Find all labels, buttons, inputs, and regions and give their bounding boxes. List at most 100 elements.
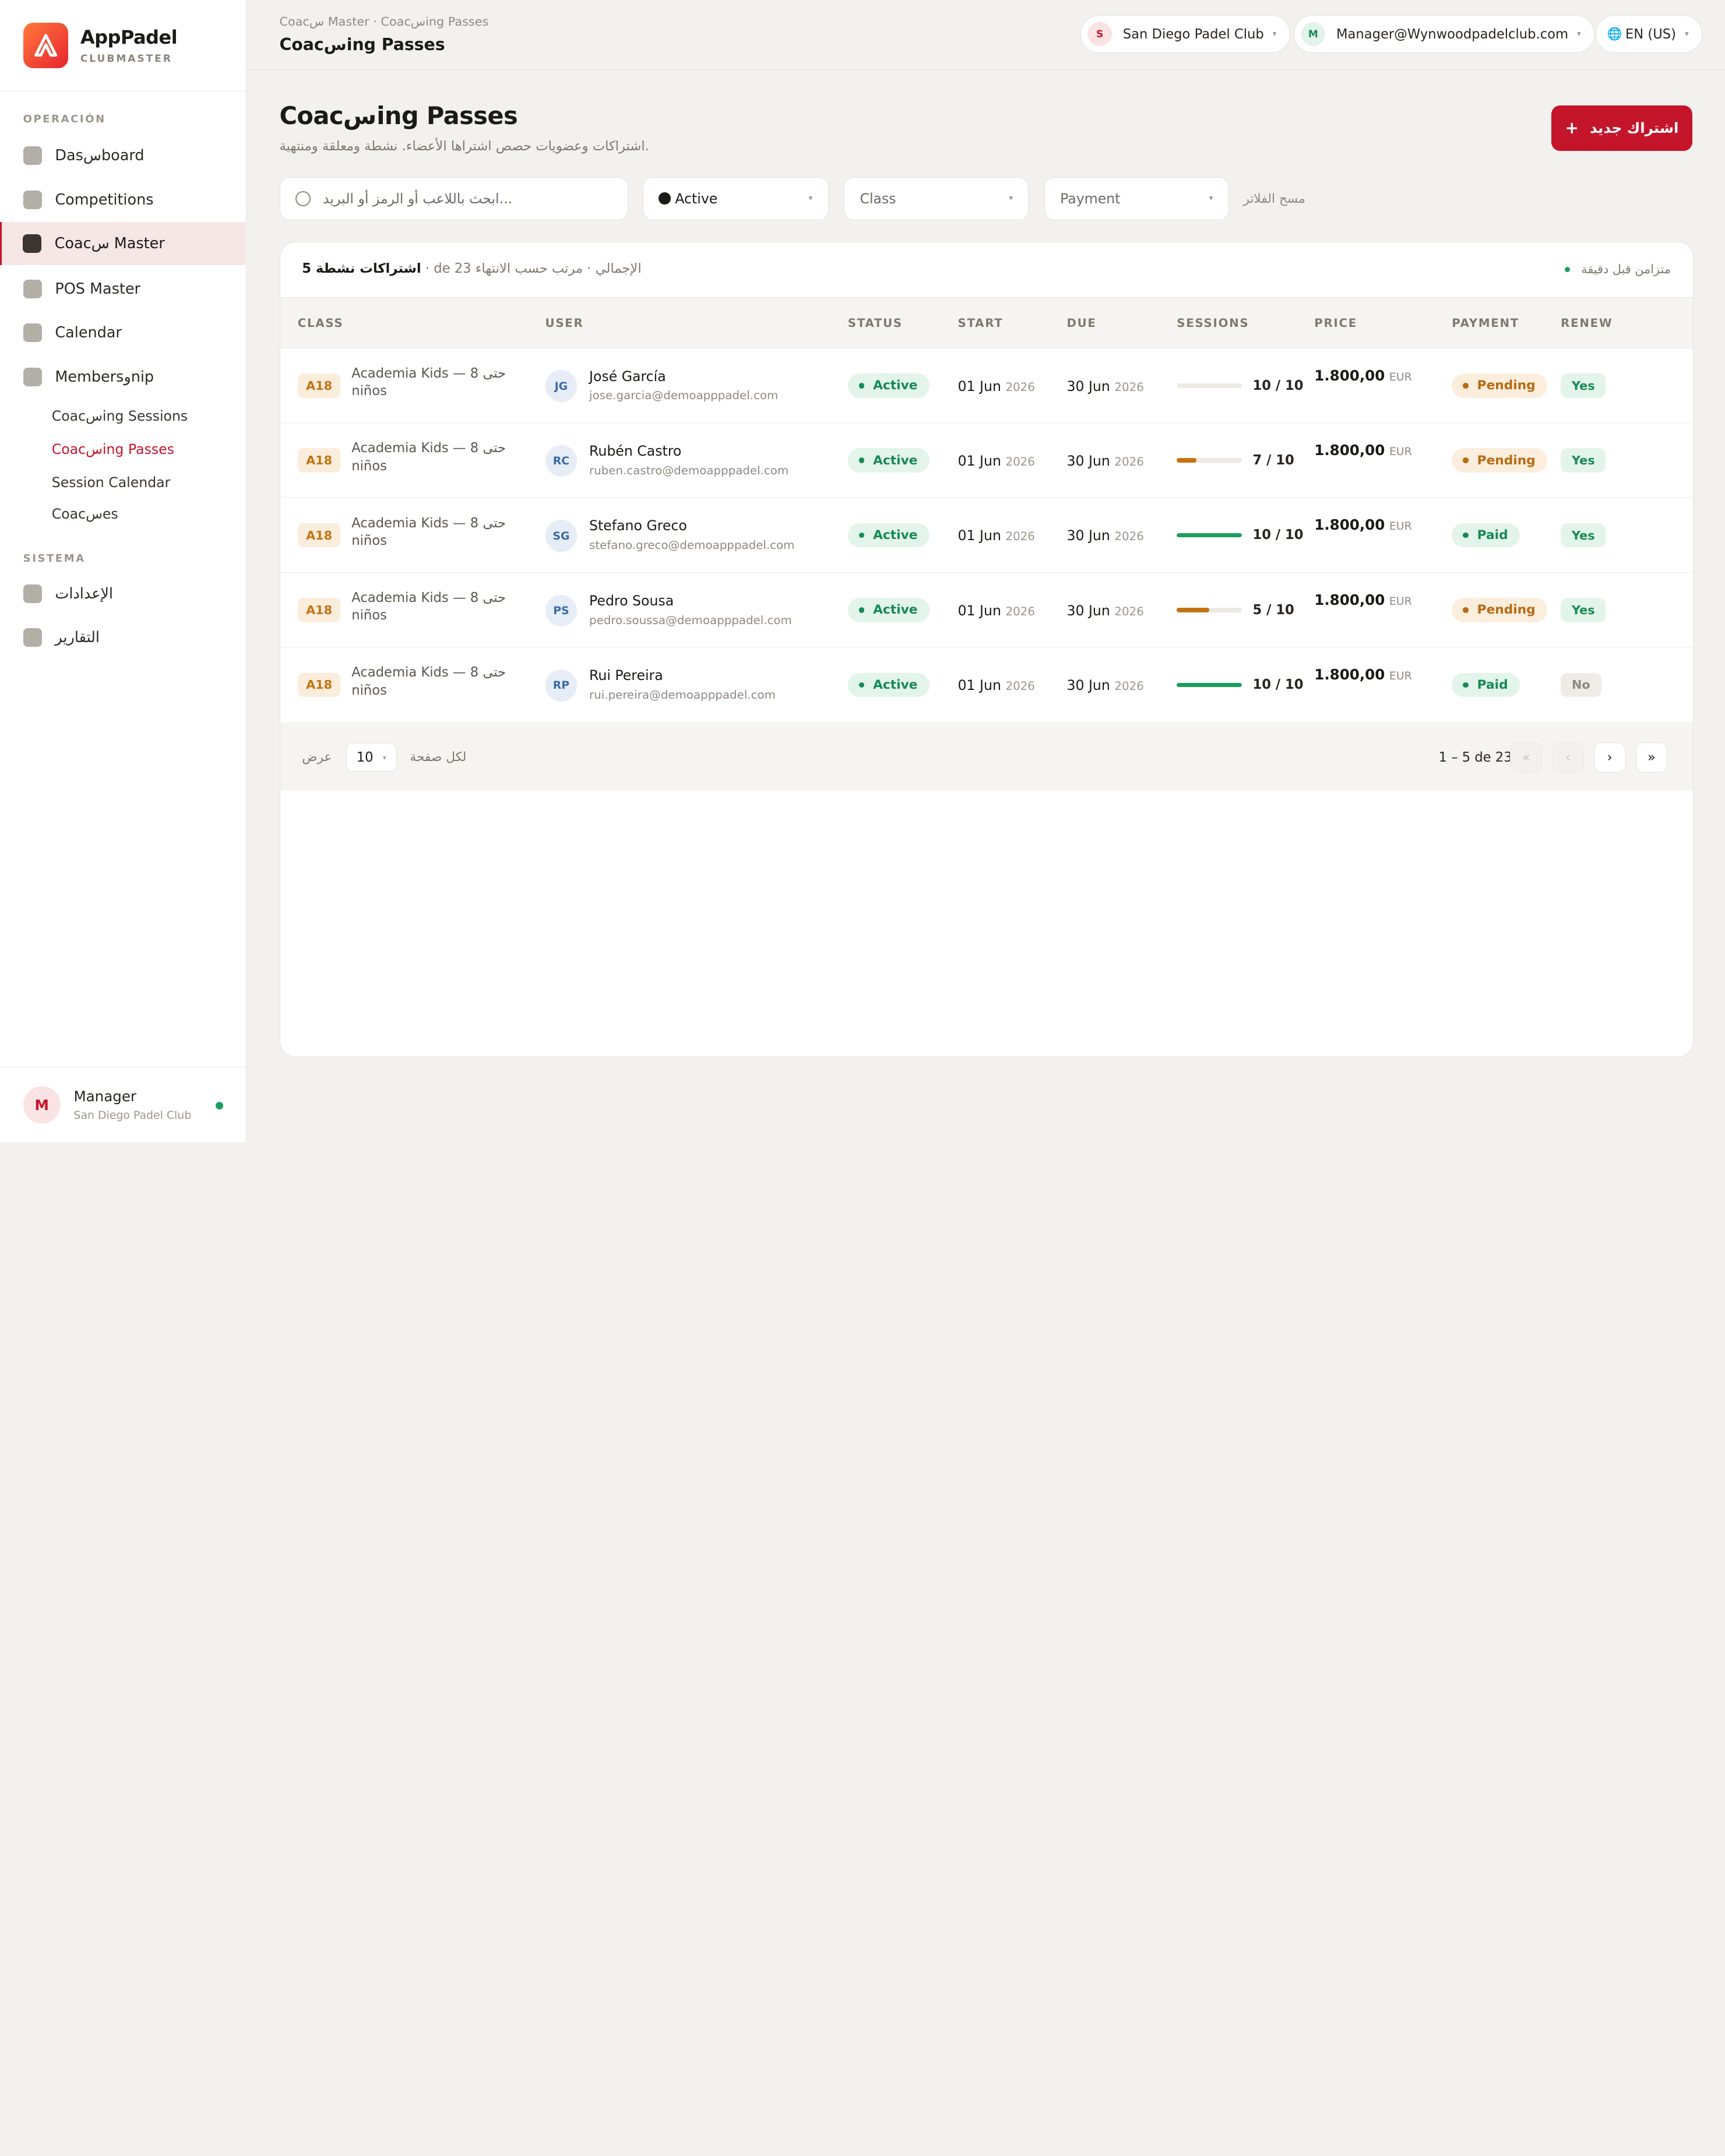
user-name[interactable]: Pedro Sousa (589, 593, 674, 609)
column-header-sessions[interactable]: SESSIONS (1177, 316, 1249, 330)
renew-badge[interactable]: Yes (1561, 374, 1606, 398)
column-header-class[interactable]: CLASS (298, 316, 344, 330)
column-header-price[interactable]: PRICE (1314, 316, 1357, 330)
first-page-button[interactable]: « (1510, 742, 1543, 773)
status-dot-icon (858, 457, 865, 463)
status-badge[interactable]: Active (847, 672, 930, 697)
sidebar-subitem-coaches[interactable]: Coacسes (52, 506, 118, 522)
language-selector[interactable]: 🌐 EN (US) ▾ (1595, 15, 1703, 53)
last-page-button[interactable]: » (1635, 742, 1668, 773)
user-name[interactable]: Rui Pereira (589, 667, 663, 684)
table-summary: 5 اشتراكات نشطة · de 23 الإجمالي · مرتب … (302, 261, 641, 276)
renew-badge[interactable]: Yes (1561, 448, 1606, 473)
status-badge[interactable]: Active (847, 448, 930, 473)
payment-badge[interactable]: Pending (1452, 448, 1548, 473)
club-selector[interactable]: S San Diego Padel Club ▾ (1080, 15, 1291, 53)
sidebar-item-calendar[interactable]: Calendar (0, 311, 245, 354)
clear-filters-link[interactable]: مسح الفلاتر (1243, 192, 1305, 206)
sidebar-item-membership[interactable]: Membersوnip (0, 355, 245, 399)
class-name: Academia Kids — حتى 8 niños (351, 441, 506, 474)
payment-label: Pending (1477, 603, 1536, 618)
globe-icon: 🌐 (1607, 27, 1622, 41)
column-header-due[interactable]: DUE (1066, 316, 1096, 330)
apppadel-logo-icon (23, 23, 69, 68)
payment-badge[interactable]: Paid (1452, 672, 1520, 697)
table-pagination-bar: عرض 10 ▾ لكل صفحة 1 – 5 de 23 « ‹ › » (280, 723, 1693, 791)
status-label: Active (873, 378, 918, 393)
status-label: Active (873, 453, 918, 468)
table-row[interactable]: A18 Academia Kids — حتى 8 niños SG Stefano … (280, 498, 1693, 573)
column-header-start[interactable]: START (958, 316, 1004, 330)
sidebar-item-coach-master[interactable]: Coacس Master (0, 222, 246, 265)
user-avatar: SG (545, 520, 578, 552)
topbar-title: Coacسing Passes (279, 35, 445, 55)
sidebar-item-settings[interactable]: الإعدادات (0, 572, 245, 615)
sidebar-item-dashboard[interactable]: Dasسboard (0, 134, 245, 177)
column-header-renew[interactable]: RENEW (1561, 316, 1613, 330)
sessions-progress-bar (1177, 533, 1242, 538)
start-year: 2026 (1005, 455, 1035, 468)
status-badge[interactable]: Active (847, 598, 930, 622)
chevron-down-icon: ▾ (382, 753, 386, 762)
column-header-status[interactable]: STATUS (848, 316, 903, 330)
new-subscription-button[interactable]: + اشتراك جديد (1551, 105, 1692, 151)
table-row[interactable]: A18 Academia Kids — حتى 8 niños JG José Gar… (280, 348, 1693, 423)
sidebar-user-profile[interactable]: M Manager San Diego Padel Club (0, 1067, 246, 1142)
show-label: عرض (302, 749, 332, 765)
start-date: 01 Jun 2026 (958, 677, 1035, 693)
column-header-user[interactable]: USER (545, 316, 584, 330)
table-row[interactable]: A18 Academia Kids — حتى 8 niños RP Rui Pere… (280, 647, 1693, 723)
search-input[interactable]: ابحث باللاعب أو الرمز أو البريد... (279, 177, 629, 220)
payment-badge[interactable]: Paid (1452, 523, 1520, 548)
payment-badge[interactable]: Pending (1452, 374, 1548, 398)
per-page-value: 10 (356, 749, 374, 765)
profile-club: San Diego Padel Club (73, 1109, 192, 1122)
payment-badge[interactable]: Pending (1452, 598, 1548, 622)
price: 1.800,00 EUR (1314, 442, 1411, 459)
sessions-progress-bar (1177, 682, 1242, 688)
user-avatar: RP (545, 669, 578, 702)
user-name[interactable]: José García (589, 368, 666, 385)
sidebar-subitem-coaching-passes[interactable]: Coacسing Passes (52, 441, 174, 457)
start-day: 01 Jun (957, 677, 1001, 694)
user-account-selector[interactable]: M Manager@Wynwoodpadelclub.com ▾ (1294, 15, 1595, 53)
sidebar-item-competitions[interactable]: Competitions (0, 178, 245, 221)
breadcrumb[interactable]: Coacس Master · Coacسing Passes (280, 15, 489, 29)
user-name[interactable]: Stefano Greco (589, 517, 687, 534)
table-row[interactable]: A18 Academia Kids — حتى 8 niños RC Rubén Ca… (280, 423, 1693, 498)
sidebar-item-pos-master[interactable]: POS Master (0, 267, 245, 311)
start-year: 2026 (1005, 380, 1035, 394)
table-row[interactable]: A18 Academia Kids — حتى 8 niños PS Pedro So… (280, 573, 1693, 648)
due-date: 30 Jun 2026 (1066, 603, 1143, 619)
plus-icon: + (1565, 118, 1579, 138)
sidebar-subitem-coaching-sessions[interactable]: Coacسing Sessions (52, 408, 188, 424)
start-day: 01 Jun (957, 602, 1001, 619)
membership-icon (23, 367, 42, 386)
payment-dot-icon (1463, 383, 1469, 389)
price-amount: 1.800,00 (1314, 591, 1385, 608)
status-filter-select[interactable]: Active ▾ (642, 177, 829, 220)
status-badge[interactable]: Active (847, 374, 930, 398)
payment-filter-select[interactable]: Payment ▾ (1044, 177, 1229, 220)
sidebar-subitem-session-calendar[interactable]: Session Calendar (52, 474, 171, 491)
next-page-button[interactable]: › (1593, 742, 1626, 773)
renew-badge[interactable]: Yes (1561, 598, 1606, 622)
due-day: 30 Jun (1066, 677, 1110, 694)
section-label-sistema: SISTEMA (23, 552, 86, 565)
renew-badge[interactable]: No (1561, 672, 1601, 697)
per-page-select[interactable]: 10 ▾ (346, 743, 397, 772)
renew-badge[interactable]: Yes (1561, 523, 1606, 548)
class-filter-select[interactable]: Class ▾ (844, 177, 1029, 220)
sidebar-item-label: Dasسboard (55, 147, 145, 165)
search-icon (295, 191, 311, 206)
status-badge[interactable]: Active (847, 523, 930, 548)
previous-page-button[interactable]: ‹ (1552, 742, 1584, 773)
user-name[interactable]: Rubén Castro (589, 443, 681, 459)
sidebar-item-reports[interactable]: التقارير (0, 616, 245, 659)
column-header-payment[interactable]: PAYMENT (1452, 316, 1519, 330)
price-amount: 1.800,00 (1314, 442, 1385, 459)
start-date: 01 Jun 2026 (958, 378, 1035, 394)
sessions-count: 5 / 10 (1252, 602, 1294, 618)
topbar: Coacس Master · Coacسing Passes Coacسing … (246, 0, 1725, 71)
payment-dot-icon (1463, 532, 1469, 538)
